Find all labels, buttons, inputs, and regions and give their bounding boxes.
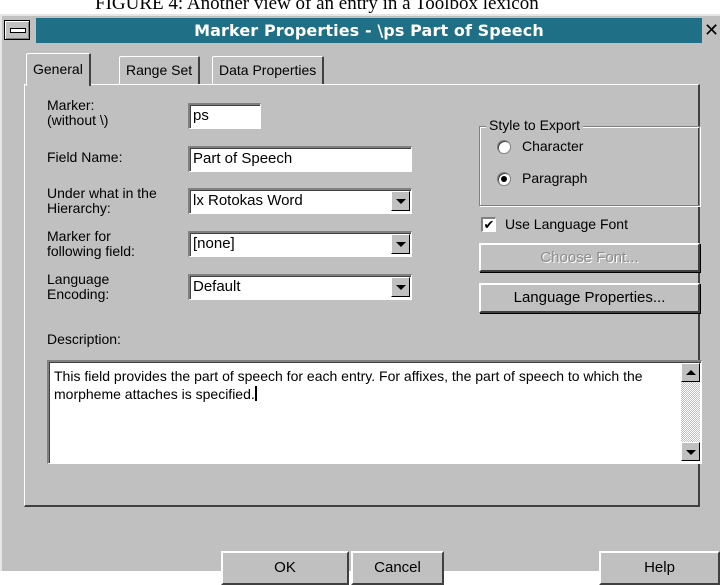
paragraph-radio-label[interactable]: Paragraph [522, 171, 587, 186]
chevron-down-icon[interactable] [391, 277, 410, 297]
marker-input[interactable]: ps [188, 103, 261, 129]
hierarchy-select[interactable]: lx Rotokas Word [188, 188, 412, 214]
scroll-down-icon[interactable] [681, 442, 700, 461]
encoding-select-value: Default [193, 278, 241, 295]
encoding-select[interactable]: Default [188, 274, 412, 300]
tab-data-properties[interactable]: Data Properties [212, 56, 325, 84]
description-text: This field provides the part of speech f… [54, 368, 643, 402]
chevron-down-icon[interactable] [391, 234, 410, 254]
tab-range-set-label: Range Set [126, 62, 193, 78]
following-field-select[interactable]: [none] [188, 231, 412, 257]
language-properties-button[interactable]: Language Properties... [479, 283, 700, 313]
ok-button[interactable]: OK [221, 551, 349, 585]
use-language-font-checkbox[interactable]: ✔ [481, 217, 496, 232]
title-bar[interactable]: Marker Properties - \ps Part of Speech ✕ [2, 16, 720, 45]
hierarchy-label: Under what in the Hierarchy: [47, 185, 157, 216]
description-textarea[interactable]: This field provides the part of speech f… [47, 360, 702, 464]
hierarchy-select-value: lx Rotokas Word [193, 192, 303, 209]
text-caret [254, 386, 257, 401]
character-radio[interactable] [497, 140, 511, 154]
choose-font-button[interactable]: Choose Font... [479, 243, 700, 272]
close-icon[interactable]: ✕ [704, 19, 720, 43]
window-title: Marker Properties - \ps Part of Speech [194, 21, 544, 40]
field-name-label: Field Name: [47, 149, 123, 165]
figure-caption: FIGURE 4: Another view of an entry in a … [95, 0, 539, 14]
marker-label: Marker: (without \) [47, 97, 109, 128]
field-name-input[interactable]: Part of Speech [188, 146, 412, 172]
help-button[interactable]: Help [599, 551, 720, 585]
style-to-export-title: Style to Export [486, 117, 584, 133]
use-language-font-label[interactable]: Use Language Font [505, 217, 628, 232]
chevron-down-icon[interactable] [391, 191, 410, 211]
tab-general-label: General [33, 61, 83, 77]
following-field-label: Marker for following field: [47, 228, 135, 259]
character-radio-label[interactable]: Character [522, 139, 583, 154]
paragraph-radio[interactable] [497, 172, 511, 186]
description-scrollbar[interactable] [681, 363, 700, 461]
tab-range-set[interactable]: Range Set [119, 56, 201, 84]
tab-data-properties-label: Data Properties [219, 62, 317, 78]
style-to-export-group [479, 126, 700, 206]
description-label: Description: [47, 331, 121, 347]
following-field-select-value: [none] [193, 235, 235, 252]
tab-general[interactable]: General [26, 53, 91, 86]
cancel-button[interactable]: Cancel [351, 551, 444, 585]
scroll-up-icon[interactable] [681, 363, 700, 382]
encoding-label: Language Encoding: [47, 271, 110, 302]
marker-properties-dialog: Marker Properties - \ps Part of Speech ✕… [0, 14, 720, 585]
system-menu-icon[interactable] [4, 20, 30, 40]
